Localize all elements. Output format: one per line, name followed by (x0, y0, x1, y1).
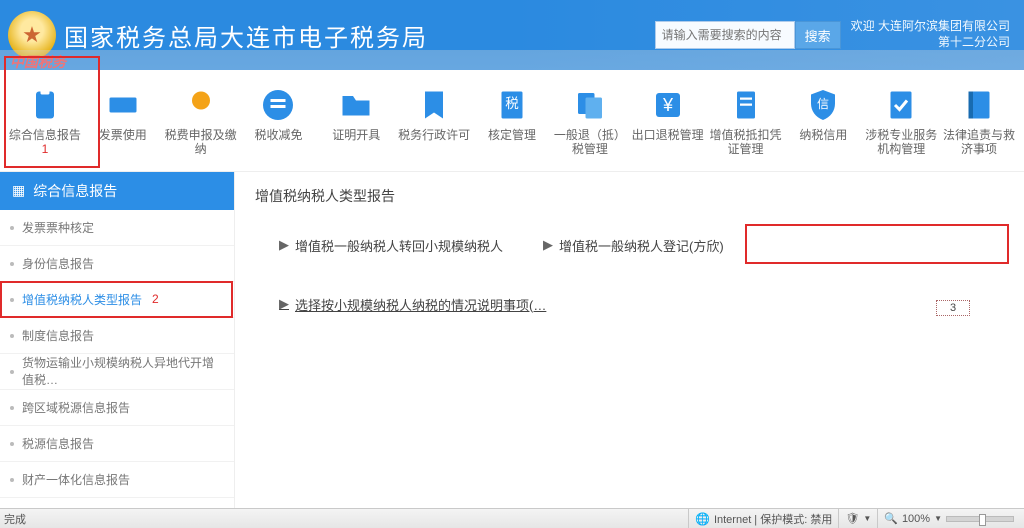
toolbar-cert[interactable]: 证明开具 (319, 88, 393, 142)
sidebar-item-label: 身份信息报告 (22, 255, 94, 272)
toolbar-label: 纳税信用 (799, 128, 847, 142)
toolbar-label: 出口退税管理 (632, 128, 704, 142)
main-layout: ▦ 综合信息报告 发票票种核定 身份信息报告 增值税纳税人类型报告 2 制度信息… (0, 172, 1024, 512)
dropdown-icon: ▼ (863, 514, 871, 523)
status-done: 完成 (4, 511, 26, 527)
status-protected-mode[interactable]: 🛡▼ (838, 509, 877, 528)
toolbar-label: 法律追责与救济事项 (942, 128, 1016, 157)
sidebar-item-cross-region[interactable]: 跨区域税源信息报告 (0, 390, 234, 426)
toolbar-refund[interactable]: 一般退（抵）税管理 (553, 88, 627, 157)
sub-item-list: ▶ 增值税一般纳税人转回小规模纳税人 ▶ 增值税一般纳税人登记(方欣) ▶ 选择按小规… (255, 236, 1004, 314)
sidebar-item-label: 跨区域税源信息报告 (22, 399, 130, 416)
toolbar-pro-service[interactable]: 涉税专业服务机构管理 (864, 88, 938, 157)
clipboard-icon (24, 88, 66, 122)
toolbar-assess[interactable]: 税 核定管理 (475, 88, 549, 142)
receipt-icon (725, 88, 767, 122)
sidebar-item-transport[interactable]: 货物运输业小规模纳税人异地代开增值税… (0, 354, 234, 390)
sidebar-item-label: 财产一体化信息报告 (22, 471, 130, 488)
sub-item-convert-small[interactable]: ▶ 增值税一般纳税人转回小规模纳税人 (279, 236, 503, 255)
search-input[interactable] (655, 21, 795, 49)
grid-icon: ▦ (12, 182, 25, 199)
sidebar-item-invoice-type[interactable]: 发票票种核定 (0, 210, 234, 246)
sub-item-label: 选择按小规模纳税人纳税的情况说明事项(… (295, 295, 546, 314)
toolbar-label: 增值税抵扣凭证管理 (709, 128, 783, 157)
sub-item-register-general[interactable]: ▶ 增值税一般纳税人登记(方欣) (543, 236, 724, 255)
status-zoom[interactable]: 🔍 100% ▼ (877, 509, 1020, 528)
bookmark-icon (413, 88, 455, 122)
toolbar-label: 税收减免 (254, 128, 302, 142)
annotation-1: 1 (42, 142, 49, 156)
toolbar-credit[interactable]: 信 纳税信用 (786, 88, 860, 142)
toolbar-export[interactable]: ¥ 出口退税管理 (631, 88, 705, 142)
sidebar-header-label: 综合信息报告 (33, 181, 117, 201)
triangle-icon: ▶ (543, 237, 553, 253)
sidebar-item-label: 税源信息报告 (22, 435, 94, 452)
shield-off-icon: 🛡 (845, 512, 859, 525)
sidebar-item-vat-type[interactable]: 增值税纳税人类型报告 2 (0, 282, 234, 318)
status-internet-label: Internet | 保护模式: 禁用 (714, 511, 832, 527)
tax-doc-icon: 税 (491, 88, 533, 122)
doc-check-icon (880, 88, 922, 122)
shield-icon: 信 (802, 88, 844, 122)
dropdown-icon: ▼ (934, 514, 942, 523)
toolbar-legal[interactable]: 法律追责与救济事项 (942, 88, 1016, 157)
triangle-icon: ▶ (279, 237, 289, 253)
zoom-slider[interactable] (946, 516, 1014, 522)
main-toolbar: 综合信息报告1 发票使用 税费申报及缴纳 税收减免 证明开具 税务行政许可 税 … (0, 70, 1024, 172)
toolbar-tax-declare[interactable]: 税费申报及缴纳 (164, 88, 238, 157)
globe-icon: 🌐 (695, 512, 710, 526)
sub-item-select-small[interactable]: ▶ 选择按小规模纳税人纳税的情况说明事项(… (279, 295, 546, 314)
toolbar-label: 税务行政许可 (398, 128, 470, 142)
toolbar-tax-reduce[interactable]: 税收减免 (241, 88, 315, 142)
sidebar-item-label: 发票票种核定 (22, 219, 94, 236)
annotation-2: 2 (152, 292, 159, 306)
svg-text:税: 税 (505, 96, 519, 111)
list-icon (257, 88, 299, 122)
folder-icon (335, 88, 377, 122)
coin-hand-icon (180, 88, 222, 122)
content-area: 增值税纳税人类型报告 ▶ 增值税一般纳税人转回小规模纳税人 ▶ 增值税一般纳税人登记… (235, 172, 1024, 512)
sidebar-item-asset[interactable]: 财产一体化信息报告 (0, 462, 234, 498)
svg-text:信: 信 (817, 97, 829, 111)
site-title: 国家税务总局大连市电子税务局 (64, 18, 428, 53)
status-internet: 🌐 Internet | 保护模式: 禁用 (688, 509, 838, 528)
yen-icon: ¥ (647, 88, 689, 122)
sidebar-item-label: 货物运输业小规模纳税人异地代开增值税… (22, 354, 222, 388)
sidebar-item-tax-source[interactable]: 税源信息报告 (0, 426, 234, 462)
toolbar-label: 发票使用 (99, 128, 147, 142)
book-icon (958, 88, 1000, 122)
toolbar-label: 一般退（抵）税管理 (553, 128, 627, 157)
zoom-value: 100% (902, 513, 930, 525)
search-button[interactable]: 搜索 (795, 21, 841, 49)
sub-item-label: 增值税一般纳税人登记(方欣) (559, 236, 724, 255)
sidebar-item-label: 制度信息报告 (22, 327, 94, 344)
toolbar-report[interactable]: 综合信息报告1 (8, 88, 82, 157)
zoom-icon: 🔍 (884, 512, 898, 525)
toolbar-label: 核定管理 (488, 128, 536, 142)
content-title: 增值税纳税人类型报告 (255, 186, 1004, 206)
search-box: 搜索 (655, 21, 841, 49)
triangle-icon: ▶ (279, 296, 289, 312)
sidebar-header: ▦ 综合信息报告 (0, 172, 234, 210)
sidebar-item-policy[interactable]: 制度信息报告 (0, 318, 234, 354)
toolbar-label: 涉税专业服务机构管理 (864, 128, 938, 157)
welcome-text: 欢迎 大连阿尔滨集团有限公司 第十二分公司 (851, 19, 1010, 50)
sidebar-item-identity[interactable]: 身份信息报告 (0, 246, 234, 282)
toolbar-label: 证明开具 (332, 128, 380, 142)
svg-text:¥: ¥ (662, 95, 674, 115)
toolbar-invoice[interactable]: 发票使用 (86, 88, 160, 142)
toolbar-vat-voucher[interactable]: 增值税抵扣凭证管理 (709, 88, 783, 157)
sidebar-item-label: 增值税纳税人类型报告 (22, 291, 142, 308)
sub-item-label: 增值税一般纳税人转回小规模纳税人 (295, 236, 503, 255)
toolbar-label: 综合信息报告 (9, 128, 81, 142)
browser-status-bar: 完成 🌐Internet | 保护模式: 禁用 🛡▼ 🔍 100% ▼ (0, 508, 1024, 528)
docs-icon (569, 88, 611, 122)
sidebar: ▦ 综合信息报告 发票票种核定 身份信息报告 增值税纳税人类型报告 2 制度信息… (0, 172, 235, 512)
ticket-icon (102, 88, 144, 122)
toolbar-label: 税费申报及缴纳 (164, 128, 238, 157)
toolbar-admin[interactable]: 税务行政许可 (397, 88, 471, 142)
